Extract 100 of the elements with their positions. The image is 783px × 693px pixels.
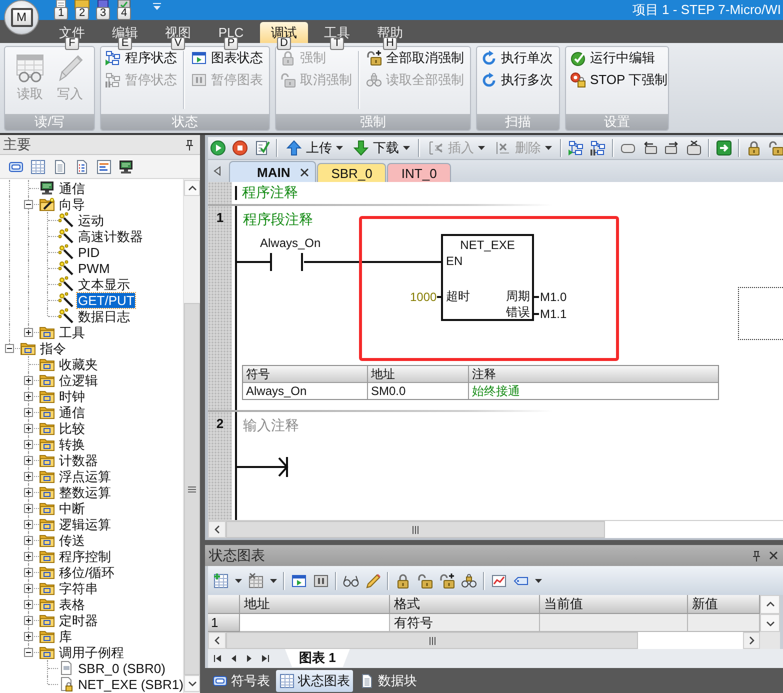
- unlock-icon[interactable]: [417, 572, 433, 588]
- tree-toggle[interactable]: [24, 424, 33, 433]
- scroll-down-button[interactable]: [760, 614, 780, 632]
- tree-item[interactable]: 工具: [58, 324, 86, 340]
- block-diagram-pause-icon[interactable]: [590, 140, 606, 156]
- ribbon-button[interactable]: 执行多次: [479, 70, 555, 90]
- pin-icon[interactable]: [185, 138, 194, 150]
- tree-toggle[interactable]: [24, 568, 33, 577]
- close-icon[interactable]: [769, 551, 778, 560]
- scroll-up-button[interactable]: [184, 180, 200, 196]
- bottom-tab[interactable]: 状态图表: [276, 670, 353, 692]
- lock-icon[interactable]: [395, 572, 411, 588]
- scrollbar-thumb[interactable]: [226, 632, 638, 649]
- caret-icon[interactable]: [235, 578, 242, 582]
- scroll-left-icon[interactable]: [213, 166, 221, 176]
- tree-item[interactable]: 库: [58, 628, 73, 644]
- list-document-icon[interactable]: [74, 158, 90, 174]
- toolbar-button[interactable]: 上传: [284, 138, 345, 158]
- scroll-left-button[interactable]: [208, 632, 226, 649]
- tree-item[interactable]: 程序控制: [58, 548, 112, 564]
- tree-item[interactable]: NET_EXE (SBR1): [77, 676, 183, 692]
- tree-toggle[interactable]: [24, 632, 33, 641]
- pin-icon[interactable]: [752, 550, 761, 562]
- tree-item[interactable]: 位逻辑: [58, 372, 99, 388]
- pencil-icon[interactable]: [365, 572, 381, 588]
- tree-toggle[interactable]: [24, 200, 33, 209]
- ribbon-button[interactable]: 运行中编辑: [568, 48, 668, 68]
- sheet-tab[interactable]: 图表 1: [285, 649, 350, 667]
- editor-tab[interactable]: INT_0: [387, 163, 451, 182]
- scrollbar-thumb[interactable]: [184, 303, 200, 675]
- box-arrow-right-icon[interactable]: [664, 140, 680, 156]
- tree-toggle[interactable]: [24, 520, 33, 529]
- tree-item[interactable]: 通信: [58, 180, 86, 196]
- tree-item[interactable]: 收藏夹: [58, 356, 99, 372]
- tree-toggle[interactable]: [24, 488, 33, 497]
- tree-item[interactable]: SBR_0 (SBR0): [77, 660, 166, 676]
- scroll-right-button[interactable]: [743, 632, 760, 649]
- table-plus-icon[interactable]: [213, 572, 229, 588]
- ribbon-button[interactable]: 图表状态: [189, 48, 265, 68]
- tree-toggle[interactable]: [24, 392, 33, 401]
- tree-toggle[interactable]: [24, 456, 33, 465]
- tree-item[interactable]: 数据日志: [77, 308, 131, 324]
- tree-toggle[interactable]: [24, 648, 33, 657]
- scroll-down-button[interactable]: [184, 675, 200, 692]
- tree-item[interactable]: 定时器: [58, 612, 99, 628]
- tree-toggle[interactable]: [24, 584, 33, 593]
- tree-item[interactable]: PWM: [77, 260, 111, 276]
- editor-tab[interactable]: MAIN: [229, 161, 316, 182]
- tree-item[interactable]: 传送: [58, 532, 86, 548]
- tree-item[interactable]: 字符串: [58, 580, 99, 596]
- caret-icon[interactable]: [535, 578, 542, 582]
- tree-item[interactable]: 转换: [58, 436, 86, 452]
- previous-icon[interactable]: [229, 654, 238, 663]
- tree-toggle[interactable]: [24, 472, 33, 481]
- monitor-icon[interactable]: [118, 158, 134, 174]
- editor-tab[interactable]: SBR_0: [317, 163, 386, 182]
- tree-item[interactable]: 通信: [58, 404, 86, 420]
- scrollbar-thumb[interactable]: [226, 521, 605, 538]
- scroll-left-button[interactable]: [208, 521, 226, 538]
- arrow-right-square-icon[interactable]: [716, 140, 732, 156]
- tree-toggle[interactable]: [24, 600, 33, 609]
- tree-toggle[interactable]: [24, 376, 33, 385]
- tree-toggle[interactable]: [5, 344, 14, 353]
- tree-item[interactable]: 向导: [58, 196, 86, 212]
- tree-item[interactable]: 计数器: [58, 452, 99, 468]
- lock-plus-icon[interactable]: [439, 572, 455, 588]
- tree-item[interactable]: 比较: [58, 420, 86, 436]
- ribbon-button[interactable]: 全部取消强制: [364, 48, 466, 68]
- close-icon[interactable]: [300, 168, 310, 176]
- ribbon-button[interactable]: STOP 下强制: [568, 70, 668, 90]
- tree-item[interactable]: PID: [77, 244, 101, 260]
- tree-toggle[interactable]: [24, 328, 33, 337]
- table-icon[interactable]: [30, 158, 46, 174]
- window-play-icon[interactable]: [291, 572, 307, 588]
- pause-icon[interactable]: [313, 572, 329, 588]
- tree-item[interactable]: 移位/循环: [58, 564, 116, 580]
- tree-item[interactable]: 表格: [58, 596, 86, 612]
- checklist-icon[interactable]: [254, 140, 270, 156]
- tree-item[interactable]: 逻辑运算: [58, 516, 112, 532]
- first-page-icon[interactable]: [213, 654, 222, 663]
- table-delete-icon[interactable]: [248, 572, 264, 588]
- form-icon[interactable]: [96, 158, 112, 174]
- next-icon[interactable]: [245, 654, 254, 663]
- tree-item[interactable]: 调用子例程: [58, 644, 125, 660]
- tree-item[interactable]: 文本显示: [77, 276, 131, 292]
- bottom-tab[interactable]: 数据块: [356, 670, 420, 692]
- glasses-lock-icon[interactable]: [461, 572, 477, 588]
- tree-toggle[interactable]: [24, 536, 33, 545]
- block-diagram-play-icon[interactable]: [568, 140, 584, 156]
- line-chart-icon[interactable]: [491, 572, 507, 588]
- toolbar-button[interactable]: 下载: [351, 138, 412, 158]
- play-icon[interactable]: [210, 140, 226, 156]
- tree-item[interactable]: 时钟: [58, 388, 86, 404]
- stop-icon[interactable]: [232, 140, 248, 156]
- tree-item[interactable]: 指令: [39, 340, 67, 356]
- tree-toggle[interactable]: [24, 552, 33, 561]
- bottom-tab[interactable]: 符号表: [209, 670, 273, 692]
- caret-icon[interactable]: [270, 578, 277, 582]
- tree-item[interactable]: 高速计数器: [77, 228, 144, 244]
- tree-toggle[interactable]: [24, 408, 33, 417]
